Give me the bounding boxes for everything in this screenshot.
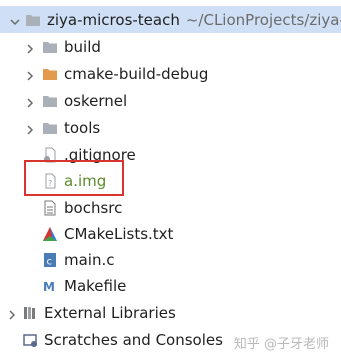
tree-item-bochsrc[interactable]: bochsrc (0, 194, 341, 221)
library-icon (22, 305, 38, 321)
root-folder-path: ~/CLionProjects/ziya-m (185, 10, 341, 29)
tree-item-cmakelists[interactable]: CMakeLists.txt (0, 220, 341, 247)
c-file-icon: c (42, 252, 58, 268)
tree-item-main-c[interactable]: c main.c (0, 246, 341, 273)
tree-item-label: External Libraries (44, 303, 176, 322)
tree-item-build[interactable]: build (0, 33, 341, 60)
cmake-icon (42, 226, 58, 242)
folder-icon (42, 39, 58, 55)
tree-item-label: build (64, 37, 101, 56)
tree-item-label: Makefile (64, 276, 127, 295)
tree-item-makefile[interactable]: M Makefile (0, 272, 341, 299)
chevron-right-icon[interactable] (24, 68, 36, 81)
tree-item-label: bochsrc (64, 198, 123, 217)
tree-root-row[interactable]: ziya-micros-teach ~/CLionProjects/ziya-m (0, 6, 341, 33)
makefile-icon: M (42, 278, 58, 294)
tree-item-label: Scratches and Consoles (44, 330, 223, 349)
svg-text:M: M (43, 280, 55, 294)
folder-icon (42, 120, 58, 136)
highlight-box (24, 160, 124, 196)
excluded-folder-icon (42, 66, 58, 82)
chevron-right-icon[interactable] (24, 95, 36, 108)
tree-item-tools[interactable]: tools (0, 114, 341, 141)
chevron-down-icon[interactable] (9, 14, 21, 26)
chevron-right-icon[interactable] (6, 307, 18, 320)
scratches-icon (22, 332, 38, 348)
project-tree: ziya-micros-teach ~/CLionProjects/ziya-m… (0, 0, 341, 364)
tree-item-external-libraries[interactable]: External Libraries (0, 299, 341, 326)
text-file-icon (42, 200, 58, 216)
chevron-right-icon[interactable] (24, 122, 36, 135)
root-folder-name: ziya-micros-teach (47, 10, 180, 29)
tree-item-label: tools (64, 118, 101, 137)
tree-item-label: oskernel (64, 91, 128, 110)
tree-item-label: CMakeLists.txt (64, 224, 174, 243)
watermark: 知乎 @子牙老师 (233, 337, 329, 352)
svg-text:c: c (47, 256, 53, 267)
tree-item-cmake-build-debug[interactable]: cmake-build-debug (0, 60, 341, 87)
chevron-right-icon[interactable] (24, 41, 36, 54)
tree-item-oskernel[interactable]: oskernel (0, 87, 341, 114)
folder-icon (42, 93, 58, 109)
tree-item-label: main.c (64, 250, 115, 269)
folder-icon (25, 12, 41, 28)
tree-item-label: cmake-build-debug (64, 64, 209, 83)
